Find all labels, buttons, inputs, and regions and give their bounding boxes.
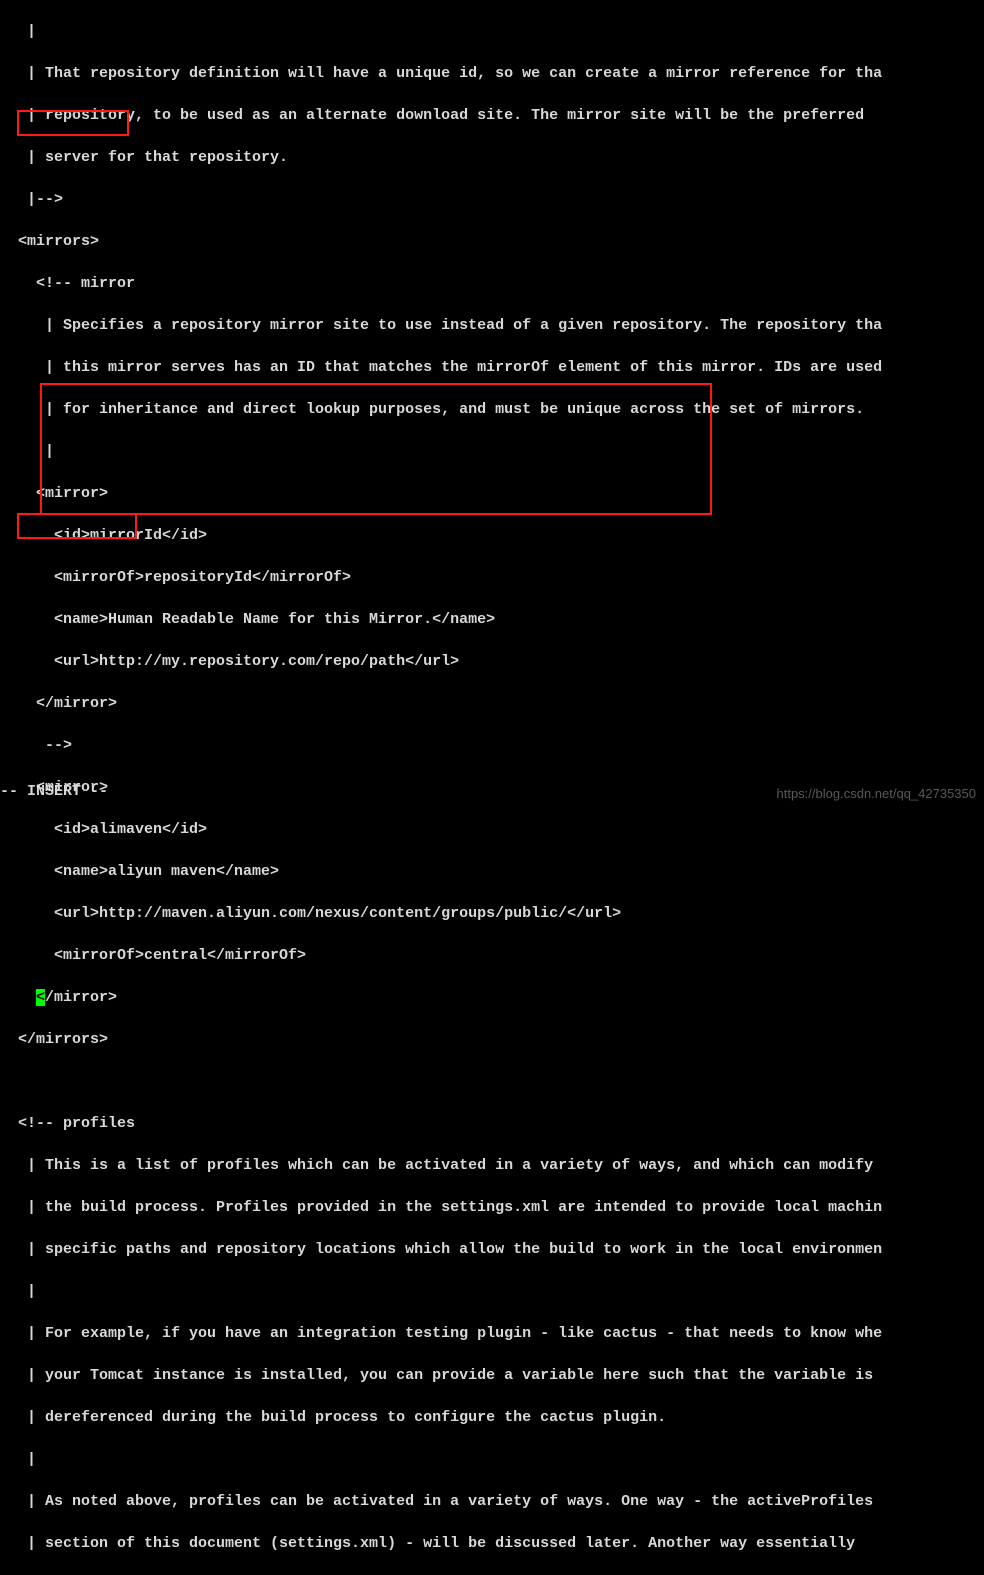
- code-line: <mirrorOf>repositoryId</mirrorOf>: [0, 567, 984, 588]
- code-line: | this mirror serves has an ID that matc…: [0, 357, 984, 378]
- highlight-mirror-block: [40, 383, 712, 515]
- code-line: | This is a list of profiles which can b…: [0, 1155, 984, 1176]
- code-line: | As noted above, profiles can be activa…: [0, 1491, 984, 1512]
- code-line: <!-- profiles: [0, 1113, 984, 1134]
- code-line: |: [0, 1281, 984, 1302]
- code-line: | dereferenced during the build process …: [0, 1407, 984, 1428]
- code-line: | For example, if you have an integratio…: [0, 1323, 984, 1344]
- code-line: <id>alimaven</id>: [0, 819, 984, 840]
- vim-mode-status: -- INSERT --: [0, 781, 108, 802]
- code-line: </mirrors>: [0, 1029, 984, 1050]
- code-line: <mirrorOf>central</mirrorOf>: [0, 945, 984, 966]
- code-line: |-->: [0, 189, 984, 210]
- code-line: | Specifies a repository mirror site to …: [0, 315, 984, 336]
- code-line: | your Tomcat instance is installed, you…: [0, 1365, 984, 1386]
- cursor: <: [36, 989, 45, 1006]
- code-line: | the build process. Profiles provided i…: [0, 1197, 984, 1218]
- code-line: | repository, to be used as an alternate…: [0, 105, 984, 126]
- code-line: <id>mirrorId</id>: [0, 525, 984, 546]
- line-prefix: [0, 989, 36, 1006]
- code-line: <mirrors>: [0, 231, 984, 252]
- code-line: |: [0, 1449, 984, 1470]
- code-line: <name>aliyun maven</name>: [0, 861, 984, 882]
- code-line: <!-- mirror: [0, 273, 984, 294]
- watermark: https://blog.csdn.net/qq_42735350: [777, 783, 977, 804]
- code-line-cursor: </mirror>: [0, 987, 984, 1008]
- code-line: <url>http://maven.aliyun.com/nexus/conte…: [0, 903, 984, 924]
- code-line: | That repository definition will have a…: [0, 63, 984, 84]
- code-line: -->: [0, 735, 984, 756]
- code-line: | specific paths and repository location…: [0, 1239, 984, 1260]
- highlight-mirrors-open: [17, 110, 129, 136]
- code-line: | server for that repository.: [0, 147, 984, 168]
- code-line: [0, 1071, 984, 1092]
- highlight-mirrors-close: [17, 513, 137, 539]
- code-line: | section of this document (settings.xml…: [0, 1533, 984, 1554]
- code-line: </mirror>: [0, 693, 984, 714]
- line-suffix: /mirror>: [45, 989, 117, 1006]
- code-line: <name>Human Readable Name for this Mirro…: [0, 609, 984, 630]
- code-line: |: [0, 21, 984, 42]
- code-line: <url>http://my.repository.com/repo/path<…: [0, 651, 984, 672]
